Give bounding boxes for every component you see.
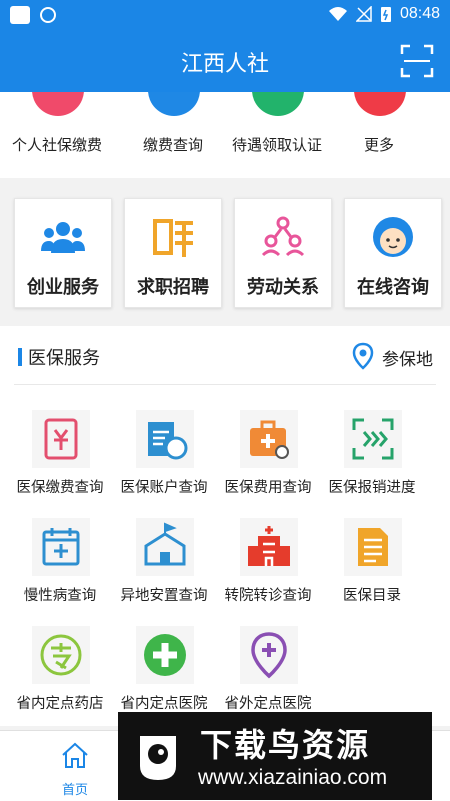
grid-item-payment-query[interactable]: 医保缴费查询 bbox=[8, 410, 112, 500]
home-icon bbox=[62, 742, 88, 768]
hospital-cross-icon bbox=[144, 634, 186, 676]
insured-location-link[interactable]: 参保地 bbox=[382, 345, 433, 370]
grid-item-relocation-query[interactable]: 异地安置查询 bbox=[112, 518, 216, 608]
grid-item-cost-query[interactable]: 医保费用查询 bbox=[216, 410, 320, 500]
wifi-icon bbox=[328, 7, 347, 21]
account-query-icon bbox=[148, 422, 188, 460]
search-icon bbox=[148, 92, 200, 116]
service-card-labor[interactable]: 劳动关系 bbox=[234, 198, 332, 308]
watermark-url: www.xiazainiao.com bbox=[198, 766, 388, 789]
quick-item-payment-query[interactable]: 缴费查询 bbox=[118, 92, 228, 178]
quick-actions: 个人社保缴费 缴费查询 待遇领取认证 更多 bbox=[0, 92, 450, 178]
medical-header: 医保服务 参保地 bbox=[0, 326, 450, 384]
scan-icon[interactable] bbox=[400, 44, 434, 78]
grid-item-catalog[interactable]: 医保目录 bbox=[320, 518, 424, 608]
grid-item-label: 医保费用查询 bbox=[224, 480, 312, 496]
service-card-recruit[interactable]: 求职招聘 bbox=[124, 198, 222, 308]
service-card-business[interactable]: 创业服务 bbox=[14, 198, 112, 308]
grid-item-label: 省内定点药店 bbox=[16, 696, 104, 712]
location-cross-icon bbox=[251, 632, 287, 679]
grid-item-label: 医保缴费查询 bbox=[16, 480, 104, 496]
grid-item-reimburse-progress[interactable]: 医保报销进度 bbox=[320, 410, 424, 500]
tab-home[interactable]: 首页 bbox=[40, 739, 110, 798]
service-card-label: 求职招聘 bbox=[137, 277, 209, 298]
grid-item-transfer-query[interactable]: 转院转诊查询 bbox=[216, 518, 320, 608]
customer-service-icon bbox=[373, 217, 413, 257]
grid-item-outprov-hospital[interactable]: 省外定点医院 bbox=[216, 626, 320, 716]
grid-item-chronic-query[interactable]: 慢性病查询 bbox=[8, 518, 112, 608]
location-pin-icon[interactable] bbox=[352, 342, 374, 370]
medical-kit-icon bbox=[250, 420, 289, 459]
certification-icon bbox=[252, 92, 304, 116]
grid-item-pharmacy[interactable]: 省内定点药店 bbox=[8, 626, 112, 716]
quick-item-label: 个人社保缴费 bbox=[11, 136, 102, 154]
service-cards: 创业服务 求职招聘 劳动关系 在线咨询 bbox=[0, 186, 450, 320]
quick-item-payment[interactable]: 个人社保缴费 bbox=[2, 92, 112, 178]
document-icon bbox=[358, 528, 388, 566]
quick-item-certification[interactable]: 待遇领取认证 bbox=[222, 92, 332, 178]
service-card-label: 在线咨询 bbox=[357, 277, 429, 298]
grid-item-label: 省外定点医院 bbox=[224, 696, 312, 712]
business-people-icon bbox=[41, 222, 85, 253]
grid-item-inprov-hospital[interactable]: 省内定点医院 bbox=[112, 626, 216, 716]
service-card-consult[interactable]: 在线咨询 bbox=[344, 198, 442, 308]
service-card-label: 创业服务 bbox=[27, 277, 99, 298]
wallet-icon bbox=[32, 92, 84, 116]
app-title: 江西人社 bbox=[180, 52, 269, 77]
grid-item-label: 医保报销进度 bbox=[328, 480, 416, 496]
grid-item-label: 医保目录 bbox=[343, 588, 401, 604]
quick-item-label: 待遇领取认证 bbox=[231, 136, 322, 154]
tab-home-label: 首页 bbox=[61, 783, 88, 798]
watermark: 下载鸟资源 www.xiazainiao.com bbox=[118, 712, 432, 800]
grid-item-label: 转院转诊查询 bbox=[224, 588, 312, 604]
battery-icon bbox=[380, 7, 391, 22]
quick-item-label: 更多 bbox=[363, 136, 394, 154]
progress-scan-icon bbox=[352, 418, 394, 460]
service-card-label: 劳动关系 bbox=[247, 277, 319, 298]
notification-icon bbox=[10, 6, 30, 24]
divider bbox=[14, 384, 436, 385]
section-title: 医保服务 bbox=[28, 348, 100, 369]
relocation-icon bbox=[144, 522, 186, 566]
grid-item-label: 医保账户查询 bbox=[120, 480, 208, 496]
app-bar: 江西人社 bbox=[0, 30, 450, 92]
payment-query-icon bbox=[44, 418, 78, 460]
shield-icon bbox=[40, 7, 56, 23]
medical-section: 医保服务 参保地 医保缴费查询 医保账户查询 医保费用查询 医保报销进度 慢性病… bbox=[0, 326, 450, 726]
more-icon bbox=[354, 92, 406, 116]
recruit-icon bbox=[153, 219, 193, 257]
quick-item-more[interactable]: 更多 bbox=[324, 92, 434, 178]
grid-item-account-query[interactable]: 医保账户查询 bbox=[112, 410, 216, 500]
pharmacy-icon bbox=[40, 634, 82, 676]
clock: 08:48 bbox=[399, 5, 440, 22]
quick-item-label: 缴费查询 bbox=[142, 136, 203, 154]
section-accent-bar bbox=[18, 348, 22, 366]
grid-item-label: 慢性病查询 bbox=[23, 588, 97, 604]
labor-relation-icon bbox=[261, 216, 305, 257]
status-bar: 08:48 bbox=[0, 0, 450, 30]
signal-icon bbox=[355, 6, 372, 22]
watermark-title: 下载鸟资源 bbox=[200, 726, 371, 764]
grid-item-label: 省内定点医院 bbox=[120, 696, 208, 712]
grid-item-label: 异地安置查询 bbox=[120, 588, 208, 604]
hospital-icon bbox=[248, 526, 290, 566]
calendar-icon bbox=[42, 528, 80, 566]
bird-logo-icon bbox=[140, 736, 176, 780]
